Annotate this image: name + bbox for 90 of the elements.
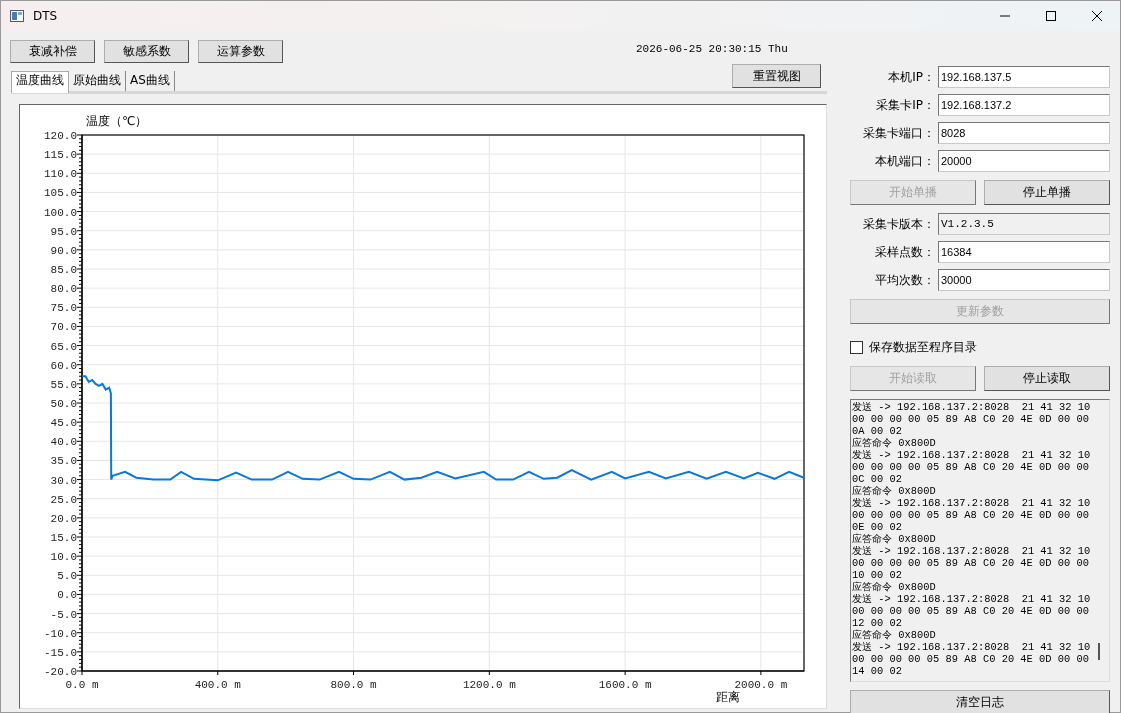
tick-label: 400.0 m — [194, 679, 241, 691]
tick-label: 120.0 — [44, 130, 77, 142]
close-icon[interactable] — [1092, 11, 1102, 21]
checkbox-label: 保存数据至程序目录 — [869, 338, 977, 356]
tick-label: 70.0 — [50, 321, 77, 334]
tick-label: 65.0 — [50, 340, 77, 353]
checkbox[interactable] — [850, 340, 863, 354]
log-line: 12 00 02 — [852, 617, 903, 629]
log-line: 发送 -> 192.168.137.2:8028 21 41 32 10 — [852, 545, 1090, 557]
input-field[interactable]: 192.168.137.5 — [938, 66, 1110, 88]
tick-label: 55.0 — [50, 378, 77, 391]
field-label: 采集卡版本： — [863, 215, 935, 233]
log-line: 应答命令 0x800D — [852, 581, 937, 593]
field-label: 平均次数： — [875, 271, 935, 289]
date-time: 2026-06-25 20:30:15 Thu — [636, 43, 788, 55]
tick-label: 95.0 — [50, 225, 77, 238]
toolbar-button[interactable]: 衰减补偿 — [10, 39, 95, 63]
tick-label: 0.0 — [57, 589, 77, 602]
toolbar-button[interactable]: 敏感系数 — [104, 39, 189, 63]
tick-label: 40.0 — [50, 436, 77, 449]
log-line: 发送 -> 192.168.137.2:8028 21 41 32 10 — [852, 401, 1090, 413]
tick-label: 5.0 — [57, 570, 77, 583]
field-label: 本机IP： — [888, 68, 935, 86]
tick-label: 80.0 — [50, 283, 77, 296]
tab[interactable]: 温度曲线 — [11, 71, 69, 93]
log-line: 0E 00 02 — [852, 521, 903, 533]
log-line: 00 00 00 00 05 89 A8 C0 20 4E 0D 00 00 — [852, 509, 1090, 521]
tick-label: 25.0 — [50, 493, 77, 506]
field-label: 采集卡IP： — [876, 96, 935, 114]
panel-button[interactable]: 清空日志 — [850, 690, 1110, 713]
tick-label: 85.0 — [50, 264, 77, 276]
input-field[interactable]: 16384 — [938, 241, 1110, 263]
log-line: 10 00 02 — [852, 569, 903, 581]
reset-view-button[interactable]: 重置视图 — [732, 64, 821, 88]
log-line: 应答命令 0x800D — [852, 533, 937, 545]
log-line: 14 00 02 — [852, 665, 903, 677]
field-label: 采集卡端口： — [863, 124, 935, 142]
tick-label: 2000.0 m — [734, 679, 788, 691]
tick-label: 30.0 — [50, 474, 77, 487]
tick-label: 20.0 — [50, 512, 77, 525]
tick-label: 10.0 — [50, 551, 77, 564]
field-label: 采样点数： — [875, 243, 935, 261]
axis-title: 距离 — [716, 690, 740, 704]
tick-label: 1200.0 m — [462, 679, 516, 691]
log-line: 应答命令 0x800D — [852, 437, 937, 449]
tick-label: 75.0 — [50, 302, 77, 315]
window-title: DTS — [33, 9, 58, 23]
toolbar-button[interactable]: 运算参数 — [198, 39, 283, 63]
input-field[interactable]: 8028 — [938, 122, 1110, 144]
input-field[interactable]: 20000 — [938, 150, 1110, 172]
log-line: 00 00 00 00 05 89 A8 C0 20 4E 0D 00 00 — [852, 557, 1090, 569]
tick-label: -10.0 — [44, 627, 77, 640]
log-line: 应答命令 0x800D — [852, 629, 937, 641]
tick-label: 35.0 — [50, 455, 77, 468]
log-line: 00 00 00 00 05 89 A8 C0 20 4E 0D 00 00 — [852, 461, 1090, 473]
tick-label: 1600.0 m — [598, 679, 652, 691]
input-field[interactable]: 30000 — [938, 269, 1110, 291]
log-line: 应答命令 0x800D — [852, 485, 937, 497]
tick-label: 15.0 — [50, 532, 77, 544]
log-line: 00 00 00 00 05 89 A8 C0 20 4E 0D 00 00 — [852, 605, 1090, 617]
panel-button[interactable]: 停止读取 — [984, 366, 1110, 391]
axis-title: 温度（℃） — [86, 114, 148, 128]
tick-label: 115.0 — [44, 149, 77, 162]
tick-label: -15.0 — [44, 646, 77, 659]
tick-label: 90.0 — [50, 244, 77, 257]
input-field[interactable]: 192.168.137.2 — [938, 94, 1110, 116]
tick-label: 45.0 — [50, 417, 77, 430]
maximize-icon[interactable] — [1046, 11, 1056, 21]
log-line: 00 00 00 00 05 89 A8 C0 20 4E 0D 00 00 — [852, 653, 1090, 665]
tick-label: 0.0 m — [65, 679, 99, 691]
log-line: 00 00 00 00 05 89 A8 C0 20 4E 0D 00 00 — [852, 413, 1090, 425]
log-line: 0C 00 02 — [852, 473, 903, 485]
app-icon — [10, 10, 24, 22]
tick-label: 800.0 m — [330, 679, 377, 691]
tick-label: -5.0 — [50, 608, 77, 621]
panel-button[interactable]: 停止单播 — [984, 180, 1110, 205]
tick-label: 105.0 — [44, 187, 77, 200]
tick-label: 110.0 — [44, 168, 77, 181]
log-line: 发送 -> 192.168.137.2:8028 21 41 32 10 — [852, 497, 1090, 509]
log-line: 发送 -> 192.168.137.2:8028 21 41 32 10 — [852, 593, 1090, 605]
log-line: 0A 00 02 — [852, 425, 903, 437]
log-line: 发送 -> 192.168.137.2:8028 21 41 32 10 — [852, 641, 1090, 653]
tick-label: -20.0 — [44, 666, 77, 678]
log-line: 发送 -> 192.168.137.2:8028 21 41 32 10 — [852, 449, 1090, 461]
tick-label: 50.0 — [50, 398, 77, 410]
tick-label: 60.0 — [50, 359, 77, 372]
field-label: 本机端口： — [875, 152, 935, 170]
tick-label: 100.0 — [44, 206, 77, 219]
scrollbar-thumb[interactable] — [1098, 643, 1100, 660]
input-field[interactable]: V1.2.3.5 — [938, 213, 1110, 235]
